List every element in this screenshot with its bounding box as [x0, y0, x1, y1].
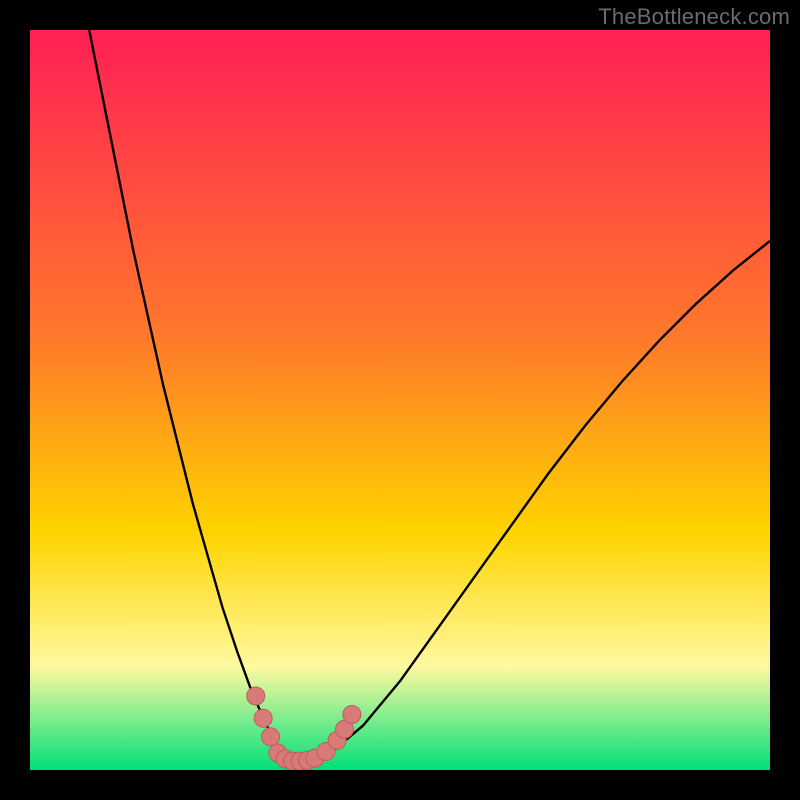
gradient-background: [30, 30, 770, 770]
plot-area: [30, 30, 770, 770]
data-marker: [254, 709, 272, 727]
data-marker: [247, 687, 265, 705]
data-marker: [343, 706, 361, 724]
outer-frame: TheBottleneck.com: [0, 0, 800, 800]
data-marker: [262, 728, 280, 746]
chart-svg: [30, 30, 770, 770]
watermark-text: TheBottleneck.com: [598, 4, 790, 30]
